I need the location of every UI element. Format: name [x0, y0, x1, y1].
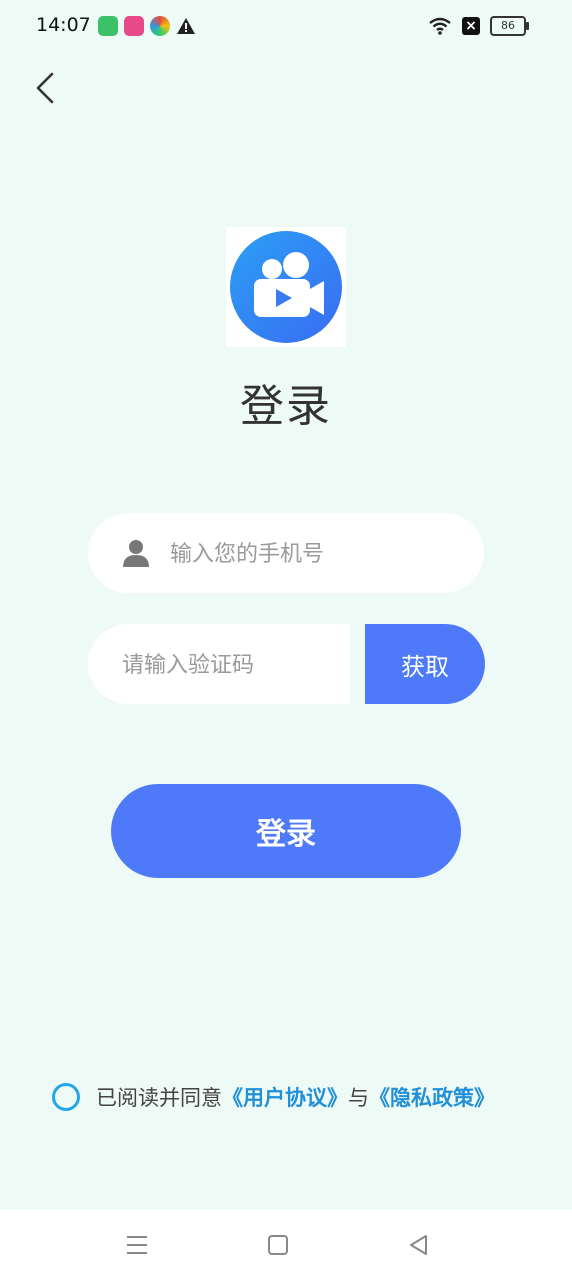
home-square-icon[interactable] [265, 1232, 291, 1258]
agreement-radio[interactable] [52, 1083, 80, 1111]
video-camera-logo-icon [230, 231, 342, 343]
verification-code-input[interactable] [120, 644, 334, 686]
phone-input-container [88, 513, 484, 593]
battery-indicator: 86 [490, 16, 529, 36]
back-triangle-icon[interactable] [406, 1232, 432, 1258]
agreement-prefix: 已阅读并同意 [96, 1086, 222, 1110]
agreement-middle: 与 [348, 1086, 369, 1110]
phone-input[interactable] [168, 533, 462, 575]
agreement-row: 已阅读并同意 《用户协议》 与 《隐私政策》 [52, 1082, 495, 1112]
page-title: 登录 [240, 381, 332, 432]
chevron-left-icon[interactable] [26, 66, 70, 110]
code-input-container [88, 624, 350, 704]
status-bar: 14:07 × 86 [0, 0, 572, 52]
notification-icons [98, 16, 196, 36]
user-agreement-link[interactable]: 《用户协议》 [222, 1082, 348, 1112]
app-notification-icon [98, 16, 118, 36]
status-time: 14:07 [36, 14, 91, 36]
no-sim-icon: × [462, 17, 480, 35]
login-button[interactable]: 登录 [111, 784, 461, 878]
user-icon [123, 540, 149, 567]
menu-icon[interactable] [124, 1232, 150, 1258]
status-right: × 86 [428, 16, 529, 36]
app-notification-icon [124, 16, 144, 36]
wifi-icon [429, 17, 451, 35]
system-nav-bar [0, 1210, 572, 1280]
get-code-button[interactable]: 获取 [365, 624, 485, 704]
warning-icon [177, 18, 195, 34]
app-notification-icon [150, 16, 170, 36]
app-logo [226, 227, 346, 347]
privacy-policy-link[interactable]: 《隐私政策》 [369, 1082, 495, 1112]
